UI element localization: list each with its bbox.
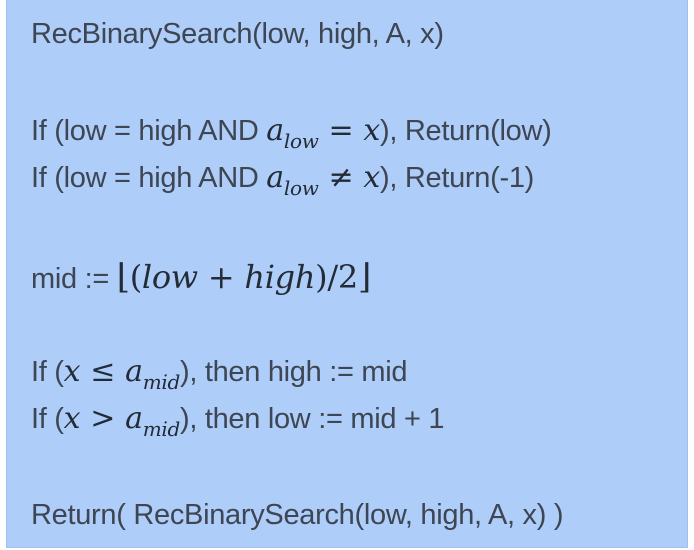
not-equals-sign: ≠	[328, 160, 354, 195]
subscript-mid: mid	[142, 417, 181, 441]
right-floor-bracket: ⌋	[357, 257, 371, 297]
array-element-var: a	[266, 113, 284, 148]
condition-left-prefix: If (	[31, 356, 64, 388]
equals-sign: =	[328, 113, 354, 148]
right-paren: )	[315, 258, 328, 296]
mid-assignment-line: mid := ⌊(low + high)/2⌋	[31, 260, 371, 294]
left-paren: (	[129, 258, 142, 296]
base-case-notfound-suffix: ), Return(-1)	[380, 162, 535, 194]
low-var: low	[141, 258, 198, 296]
array-element-var: a	[125, 354, 143, 389]
base-case-notfound-line: If (low = high AND alow ≠ x), Return(-1)	[31, 160, 535, 199]
condition-left-suffix: ), then high := mid	[179, 356, 408, 388]
base-case-notfound-prefix: If (low = high AND	[31, 162, 267, 194]
target-var: x	[363, 160, 380, 195]
left-floor-bracket: ⌊	[116, 257, 130, 297]
less-equal-sign: ≤	[90, 354, 116, 389]
target-var: x	[363, 113, 380, 148]
array-element-var: a	[125, 401, 143, 436]
mid-assignment-prefix: mid :=	[31, 263, 117, 295]
recursive-return-line: Return( RecBinarySearch(low, high, A, x)…	[31, 499, 564, 531]
high-var: high	[244, 258, 316, 296]
array-element-var: a	[266, 160, 284, 195]
pseudocode-panel: RecBinarySearch(low, high, A, x) If (low…	[6, 0, 688, 548]
function-header: RecBinarySearch(low, high, A, x)	[31, 18, 444, 50]
plus-sign: +	[207, 258, 235, 296]
subscript-low: low	[283, 129, 319, 153]
base-case-found-line: If (low = high AND alow = x), Return(low)	[31, 113, 552, 152]
condition-right-prefix: If (	[31, 403, 64, 435]
divisor-two: 2	[337, 258, 358, 296]
division-slash: /	[327, 258, 338, 296]
target-var: x	[63, 401, 81, 436]
target-var: x	[63, 354, 81, 389]
subscript-low: low	[283, 176, 319, 200]
condition-right-suffix: ), then low := mid + 1	[179, 403, 445, 435]
greater-than-sign: >	[90, 401, 116, 436]
condition-right-line: If (x > amid), then low := mid + 1	[31, 401, 445, 440]
base-case-found-suffix: ), Return(low)	[380, 115, 552, 147]
subscript-mid: mid	[142, 370, 181, 394]
condition-left-line: If (x ≤ amid), then high := mid	[31, 354, 408, 393]
base-case-found-prefix: If (low = high AND	[31, 115, 267, 147]
